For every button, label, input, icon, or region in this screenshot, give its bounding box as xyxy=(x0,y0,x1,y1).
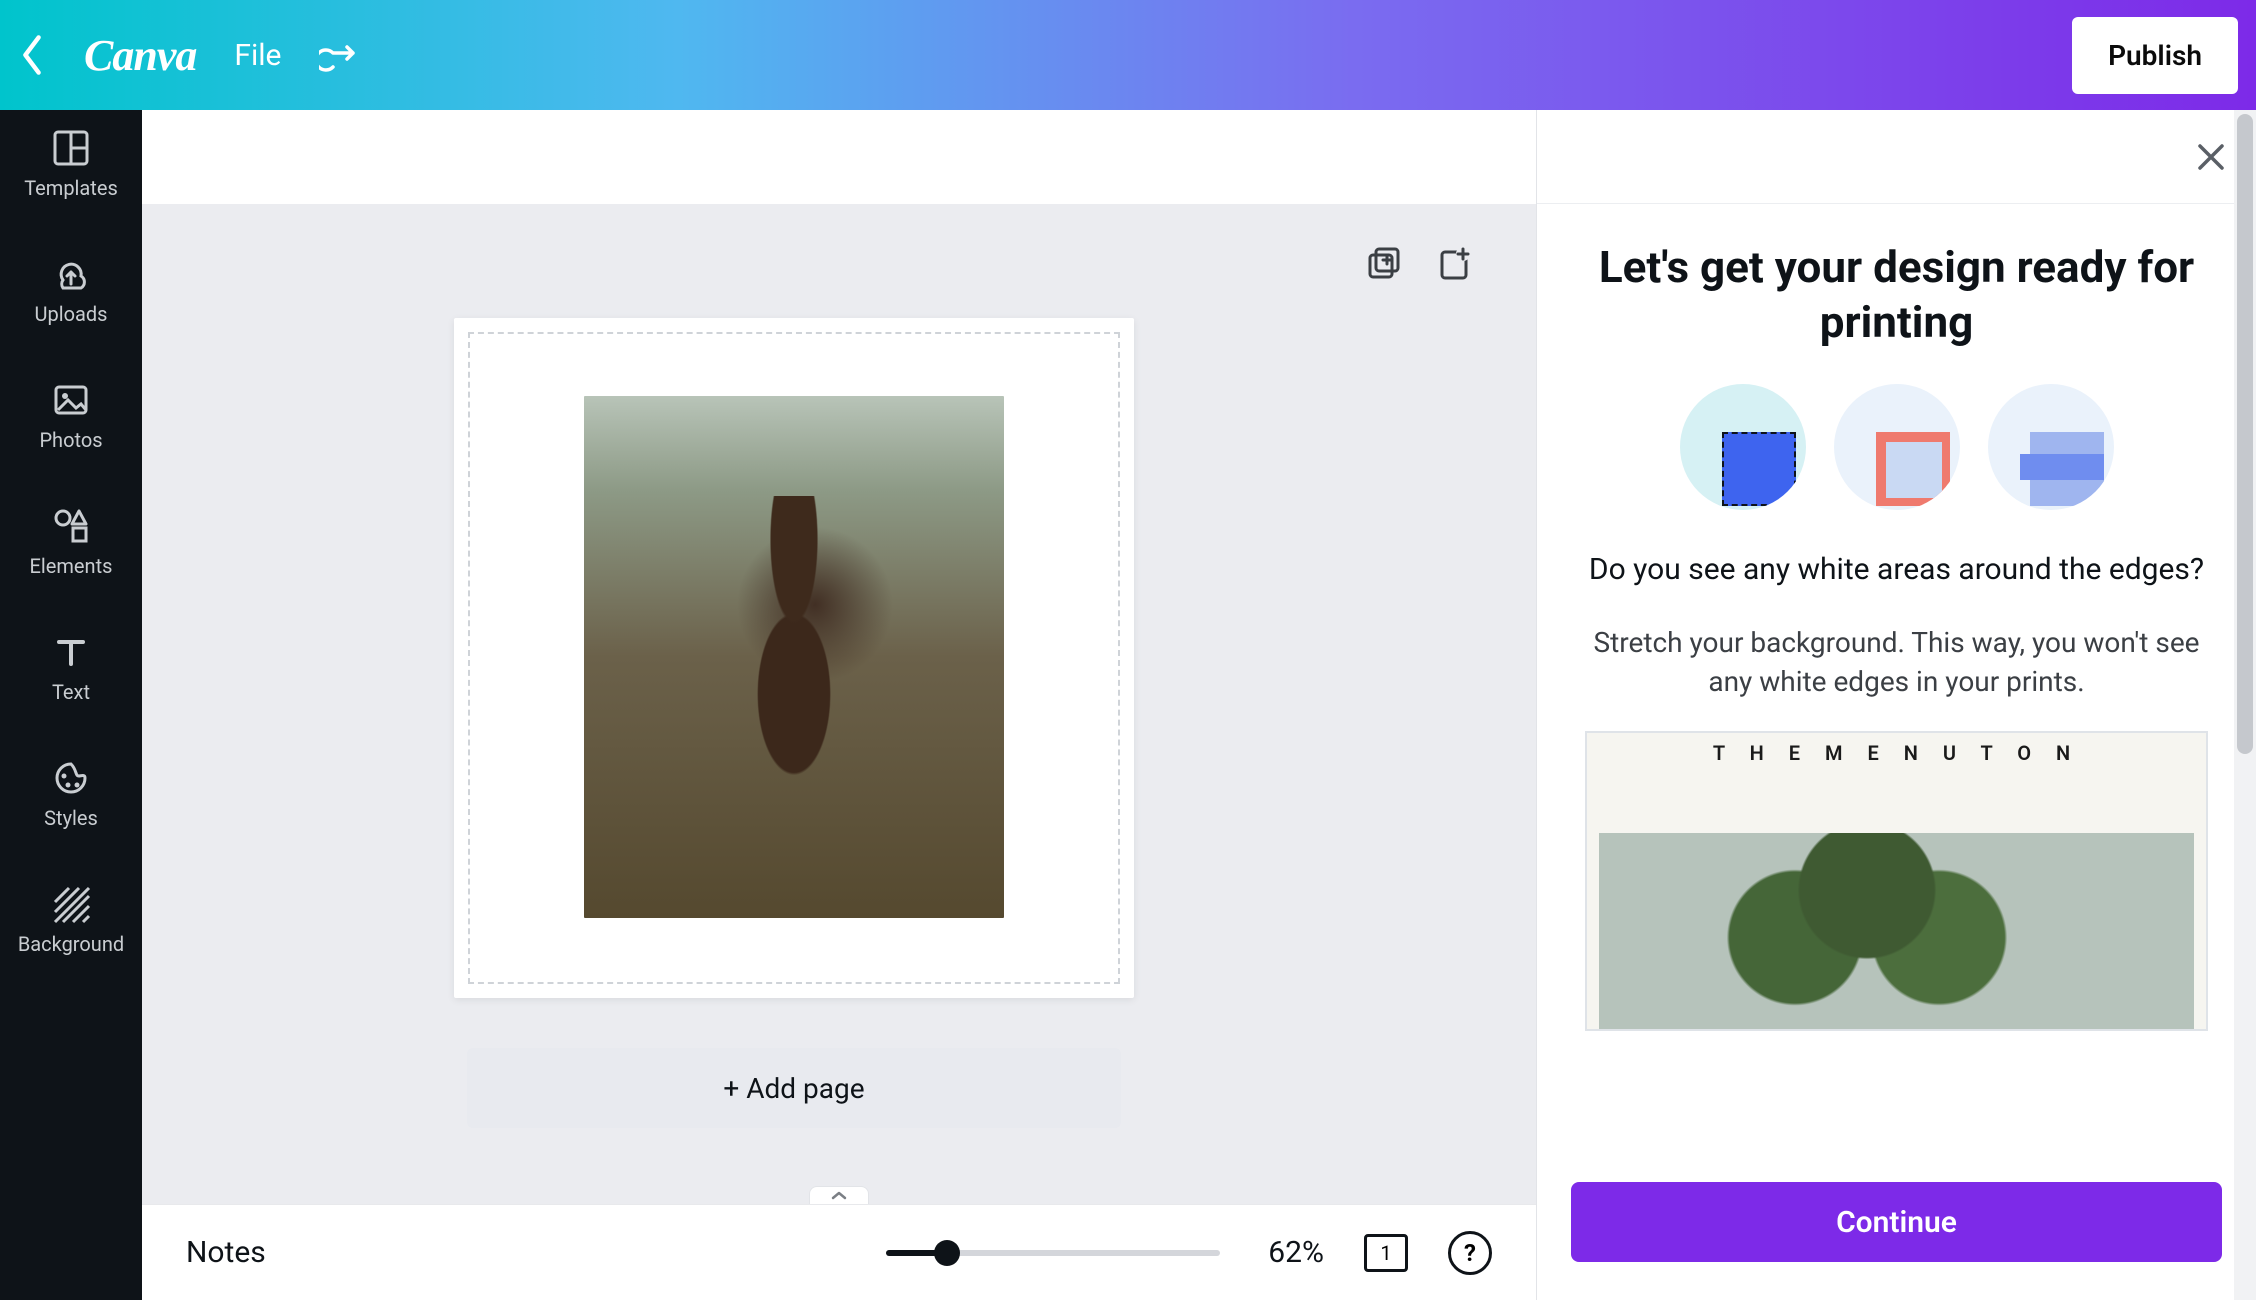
print-panel-footer: Continue xyxy=(1537,1152,2256,1300)
background-icon xyxy=(51,884,91,924)
notes-button[interactable]: Notes xyxy=(186,1235,266,1270)
add-page-icon[interactable] xyxy=(1436,246,1472,282)
zoom-thumb[interactable] xyxy=(934,1240,960,1266)
print-step-2-icon xyxy=(1834,384,1960,510)
sidebar-item-label: Background xyxy=(18,932,124,956)
styles-icon xyxy=(51,758,91,798)
help-button[interactable]: ? xyxy=(1448,1231,1492,1275)
topbar-right: Publish xyxy=(2072,17,2238,94)
print-example-image: T H E M E N U T O N xyxy=(1585,731,2208,1031)
sidebar-item-background[interactable]: Background xyxy=(18,884,124,956)
print-panel-header xyxy=(1537,110,2256,204)
sidebar-item-label: Elements xyxy=(30,554,113,578)
print-panel: Let's get your design ready for printing… xyxy=(1536,110,2256,1300)
zoom-control: 62% xyxy=(886,1235,1324,1270)
add-page-button[interactable]: + Add page xyxy=(467,1048,1121,1128)
print-step-1-icon xyxy=(1680,384,1806,510)
zoom-slider[interactable] xyxy=(886,1250,1220,1256)
duplicate-page-icon[interactable] xyxy=(1366,246,1402,282)
print-step-3-icon xyxy=(1988,384,2114,510)
elements-icon xyxy=(51,506,91,546)
canvas-tools xyxy=(1366,246,1472,282)
templates-icon xyxy=(51,128,91,168)
scrollbar[interactable] xyxy=(2234,110,2256,1300)
close-icon[interactable] xyxy=(2194,140,2228,174)
design-page[interactable] xyxy=(454,318,1134,998)
print-panel-question: Do you see any white areas around the ed… xyxy=(1579,550,2214,591)
page-count-button[interactable]: 1 xyxy=(1364,1234,1408,1272)
back-icon[interactable] xyxy=(18,33,46,77)
page-panel-handle[interactable] xyxy=(809,1186,869,1204)
top-bar: Canva File Publish xyxy=(0,0,2256,110)
dog-subject xyxy=(704,496,884,856)
scrollbar-thumb[interactable] xyxy=(2237,114,2253,754)
zoom-label: 62% xyxy=(1268,1235,1324,1270)
print-step-icons xyxy=(1579,384,2214,510)
main: Templates Uploads Photos Elements Text S… xyxy=(0,110,2256,1300)
photos-icon xyxy=(51,380,91,420)
sidebar-item-label: Uploads xyxy=(35,302,108,326)
sidebar-item-label: Templates xyxy=(24,176,118,200)
sidebar-item-elements[interactable]: Elements xyxy=(30,506,113,578)
print-panel-description: Stretch your background. This way, you w… xyxy=(1579,623,2214,701)
text-icon xyxy=(51,632,91,672)
topbar-left: Canva File xyxy=(18,30,359,81)
work-column: + Add page Notes 62% 1 ? xyxy=(142,110,1536,1300)
sidebar-item-label: Photos xyxy=(39,428,102,452)
sidebar-item-label: Text xyxy=(52,680,90,704)
undo-icon[interactable] xyxy=(319,33,359,77)
sidebar-item-styles[interactable]: Styles xyxy=(44,758,98,830)
design-photo[interactable] xyxy=(584,396,1004,918)
sidebar: Templates Uploads Photos Elements Text S… xyxy=(0,110,142,1300)
print-panel-body: Let's get your design ready for printing… xyxy=(1537,204,2256,1152)
sidebar-item-uploads[interactable]: Uploads xyxy=(35,254,108,326)
canva-logo[interactable]: Canva xyxy=(84,30,196,81)
sidebar-item-label: Styles xyxy=(44,806,98,830)
print-panel-title: Let's get your design ready for printing xyxy=(1579,240,2214,350)
sidebar-item-text[interactable]: Text xyxy=(51,632,91,704)
canvas-area[interactable]: + Add page xyxy=(142,204,1536,1204)
uploads-icon xyxy=(51,254,91,294)
publish-button[interactable]: Publish xyxy=(2072,17,2238,94)
file-menu[interactable]: File xyxy=(234,38,281,73)
footer-bar: Notes 62% 1 ? xyxy=(142,1204,1536,1300)
example-caption: T H E M E N U T O N xyxy=(1587,741,2206,765)
continue-button[interactable]: Continue xyxy=(1571,1182,2222,1262)
sidebar-item-templates[interactable]: Templates xyxy=(24,128,118,200)
sidebar-item-photos[interactable]: Photos xyxy=(39,380,102,452)
context-toolbar xyxy=(142,110,1536,204)
